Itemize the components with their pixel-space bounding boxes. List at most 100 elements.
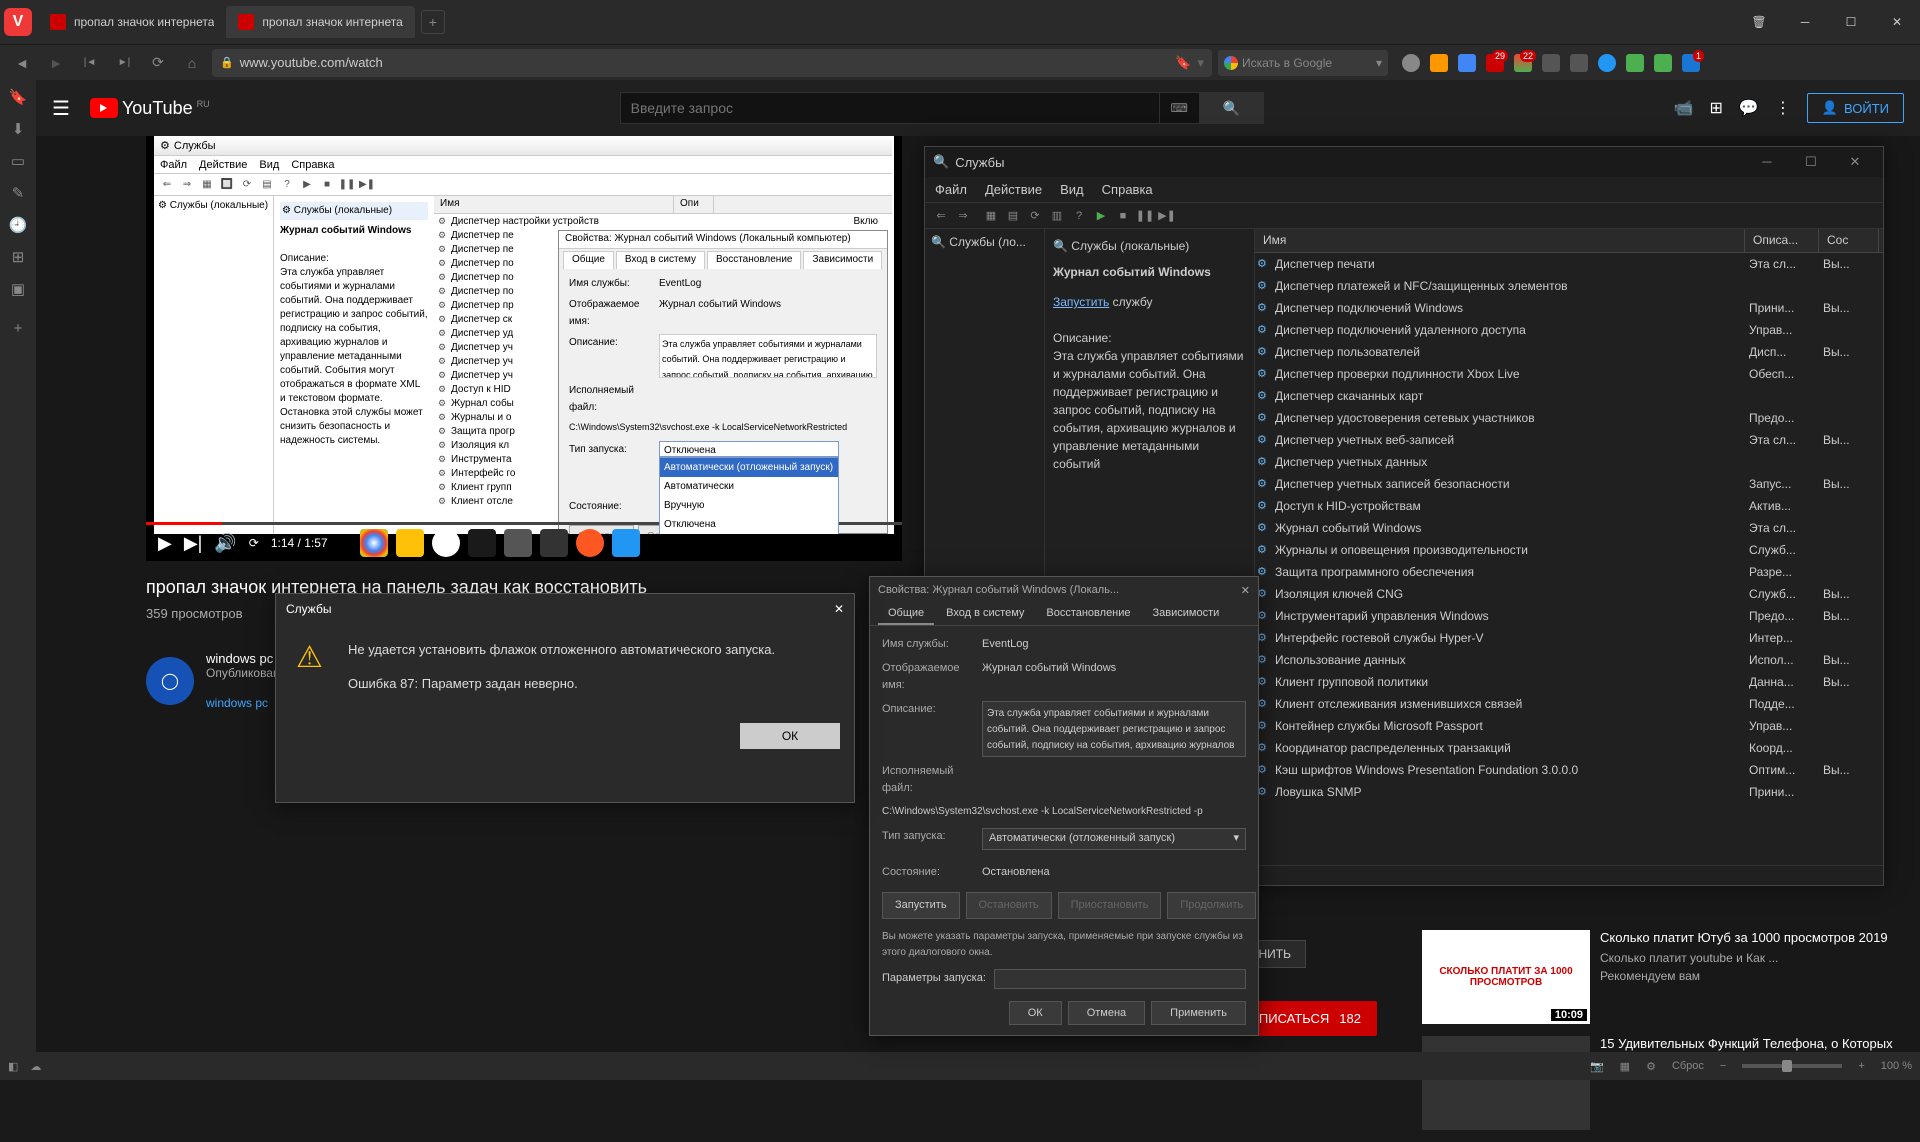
list-item[interactable]: ⚙Диспетчер печатиЭта сл...Вы... <box>1255 253 1883 275</box>
extension-icon[interactable] <box>1654 54 1672 72</box>
toolbar-icon[interactable]: ▥ <box>1047 206 1067 226</box>
menu-file[interactable]: Файл <box>160 159 187 171</box>
forward-icon[interactable]: ⇒ <box>953 206 973 226</box>
list-item[interactable]: ⚙Диспетчер учетных данных <box>1255 451 1883 473</box>
home-button[interactable]: ⌂ <box>178 49 206 77</box>
tab-general[interactable]: Общие <box>878 603 934 625</box>
extension-icon[interactable]: 1 <box>1682 54 1700 72</box>
menu-action[interactable]: Действие <box>199 159 247 171</box>
list-item[interactable]: ⚙Клиент отслеживания изменившихся связей… <box>1255 693 1883 715</box>
extension-icon[interactable]: 29 <box>1486 54 1504 72</box>
chevron-down-icon[interactable]: ▾ <box>1376 56 1382 70</box>
extension-icon[interactable] <box>1430 54 1448 72</box>
restart-icon[interactable]: ▶❚ <box>1157 206 1177 226</box>
list-item[interactable]: ⚙Интерфейс гостевой службы Hyper-VИнтер.… <box>1255 627 1883 649</box>
reset-zoom[interactable]: Сброс <box>1672 1060 1704 1072</box>
params-input[interactable] <box>994 969 1246 989</box>
web-panel-icon[interactable]: ▣ <box>8 280 28 300</box>
list-item[interactable]: ⚙Ловушка SNMPПрини... <box>1255 781 1883 803</box>
fast-forward-icon[interactable]: ►| <box>110 49 138 77</box>
volume-icon[interactable]: 🔊 <box>214 533 236 554</box>
column-status[interactable]: Сос <box>1819 229 1879 252</box>
apps-icon[interactable]: ⊞ <box>1710 98 1723 118</box>
toolbar-icon[interactable]: ▦ <box>198 176 216 194</box>
tab-logon[interactable]: Вход в систему <box>936 603 1034 625</box>
panel-toggle-icon[interactable]: ◧ <box>8 1060 18 1073</box>
list-item[interactable]: ⚙Защита программного обеспеченияРазре... <box>1255 561 1883 583</box>
toolbar-icon[interactable]: 🔲 <box>218 176 236 194</box>
help-icon[interactable]: ? <box>1069 206 1089 226</box>
tab-recovery[interactable]: Восстановление <box>707 251 802 269</box>
browser-tab[interactable]: пропал значок интернета <box>38 6 226 38</box>
startup-type-select[interactable]: Отключена Автоматически (отложенный запу… <box>659 441 839 457</box>
browser-tab-active[interactable]: пропал значок интернета <box>226 6 414 38</box>
menu-help[interactable]: Справка <box>291 159 334 171</box>
resume-button[interactable]: Продолжить <box>1167 892 1256 920</box>
capture-icon[interactable]: 📷 <box>1590 1060 1604 1073</box>
extension-icon[interactable] <box>1626 54 1644 72</box>
more-icon[interactable]: ⋮ <box>1775 98 1791 118</box>
new-tab-button[interactable]: + <box>421 10 445 34</box>
menu-help[interactable]: Справка <box>1102 182 1153 197</box>
forward-button[interactable]: ► <box>42 49 70 77</box>
video-recommendation[interactable]: СКОЛЬКО ПЛАТИТ ЗА 1000 ПРОСМОТРОВ 10:09 … <box>1422 930 1902 1026</box>
tab-general[interactable]: Общие <box>563 251 614 269</box>
column-name[interactable]: Имя <box>1255 229 1745 252</box>
ok-button[interactable]: ОК <box>740 723 840 749</box>
add-icon[interactable]: + <box>8 320 28 340</box>
list-item[interactable]: ⚙Доступ к HID-устройствамАктив... <box>1255 495 1883 517</box>
folder-icon[interactable]: ▭ <box>8 152 28 172</box>
notes-icon[interactable]: ✎ <box>8 184 28 204</box>
rewind-icon[interactable]: |◄ <box>76 49 104 77</box>
pause-icon[interactable]: ❚❚ <box>338 176 356 194</box>
menu-file[interactable]: Файл <box>935 182 967 197</box>
list-item[interactable]: ⚙Диспетчер учетных записей безопасностиЗ… <box>1255 473 1883 495</box>
ok-button[interactable]: ОК <box>1009 1001 1062 1025</box>
list-item[interactable]: ⚙Диспетчер подключений WindowsПрини...Вы… <box>1255 297 1883 319</box>
column-desc[interactable]: Описа... <box>1745 229 1819 252</box>
search-input[interactable] <box>620 92 1160 124</box>
back-icon[interactable]: ⇐ <box>158 176 176 194</box>
search-button[interactable]: 🔍 <box>1200 92 1264 124</box>
list-item[interactable]: ⚙Контейнер службы Microsoft PassportУпра… <box>1255 715 1883 737</box>
list-item[interactable]: ⚙Диспетчер пользователейДисп...Вы... <box>1255 341 1883 363</box>
login-button[interactable]: 👤 ВОЙТИ <box>1807 93 1904 123</box>
maximize-button[interactable]: ☐ <box>1791 154 1831 170</box>
pause-button[interactable]: Приостановить <box>1058 892 1162 920</box>
sync-icon[interactable]: ☁ <box>30 1060 41 1073</box>
vivaldi-logo[interactable]: V <box>4 8 32 36</box>
tab-logon[interactable]: Вход в систему <box>616 251 705 269</box>
chevron-down-icon[interactable]: ▾ <box>1197 55 1204 71</box>
messages-icon[interactable]: 💬 <box>1739 98 1759 118</box>
list-item[interactable]: ⚙Диспетчер проверки подлинности Xbox Liv… <box>1255 363 1883 385</box>
back-icon[interactable]: ⇐ <box>931 206 951 226</box>
refresh-icon[interactable]: ⟳ <box>1025 206 1045 226</box>
maximize-button[interactable]: ☐ <box>1828 6 1874 38</box>
back-button[interactable]: ◄ <box>8 49 36 77</box>
help-icon[interactable]: ? <box>278 176 296 194</box>
reload-button[interactable]: ⟳ <box>144 49 172 77</box>
channel-avatar[interactable]: ◯ <box>146 657 194 705</box>
startup-type-select[interactable]: Автоматически (отложенный запуск)▾ <box>982 828 1246 850</box>
start-button[interactable]: Запустить <box>882 892 960 920</box>
list-item[interactable]: ⚙Клиент групповой политикиДанна...Вы... <box>1255 671 1883 693</box>
play-icon[interactable]: ▶ <box>1091 206 1111 226</box>
stop-button[interactable]: Остановить <box>966 892 1052 920</box>
list-item[interactable]: ⚙Диспетчер настройки устройствВклю <box>434 214 892 228</box>
extension-icon[interactable] <box>1598 54 1616 72</box>
profile-icon[interactable] <box>1402 54 1420 72</box>
menu-icon[interactable]: ☰ <box>52 96 70 121</box>
stop-icon[interactable]: ■ <box>318 176 336 194</box>
dropdown-option[interactable]: Отключена <box>660 515 838 534</box>
toolbar-icon[interactable]: ▤ <box>1003 206 1023 226</box>
cancel-button[interactable]: Отмена <box>1068 1001 1145 1025</box>
apply-button[interactable]: Применить <box>1151 1001 1246 1025</box>
settings-icon[interactable]: ⚙ <box>1646 1060 1656 1073</box>
downloads-icon[interactable]: ⬇ <box>8 120 28 140</box>
list-item[interactable]: ⚙Диспетчер скачанных карт <box>1255 385 1883 407</box>
list-item[interactable]: ⚙Диспетчер учетных веб-записейЭта сл...В… <box>1255 429 1883 451</box>
close-button[interactable]: ✕ <box>1835 154 1875 170</box>
trash-icon[interactable]: 🗑 <box>1736 6 1782 38</box>
bookmarks-icon[interactable]: 🔖 <box>8 88 28 108</box>
dropdown-list[interactable]: Автоматически (отложенный запуск) Автома… <box>659 457 839 534</box>
